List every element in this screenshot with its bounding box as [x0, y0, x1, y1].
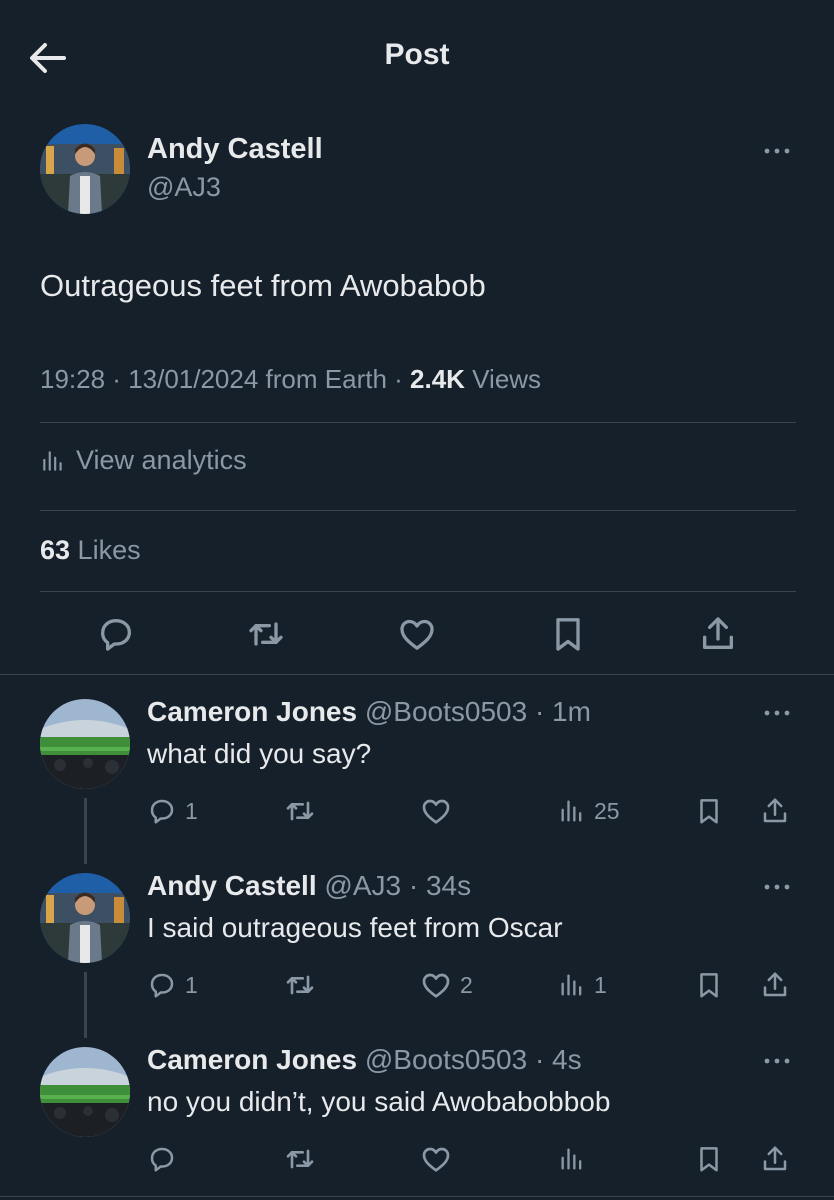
view-count: 25: [594, 797, 620, 824]
views-button[interactable]: 25: [558, 794, 620, 828]
like-icon: [420, 1143, 452, 1175]
more-icon[interactable]: [762, 1055, 792, 1067]
divider: [0, 1196, 834, 1197]
share-button[interactable]: [760, 1142, 790, 1176]
reply-author-handle[interactable]: @AJ3: [317, 870, 401, 901]
post-date: 13/01/2024: [128, 364, 259, 394]
views-button[interactable]: 1: [558, 968, 607, 1002]
share-button[interactable]: [760, 794, 790, 828]
like-button[interactable]: [420, 1142, 460, 1176]
retweet-button[interactable]: [284, 1142, 324, 1176]
avatar[interactable]: [40, 699, 130, 789]
view-analytics-label: View analytics: [76, 445, 247, 475]
bookmark-icon: [694, 1144, 724, 1174]
retweet-button[interactable]: [284, 968, 324, 1002]
reply-author-name[interactable]: Cameron Jones: [147, 696, 357, 727]
avatar[interactable]: [40, 873, 130, 963]
like-icon: [420, 969, 452, 1001]
likes-label: Likes: [70, 535, 141, 565]
share-icon: [760, 1144, 790, 1174]
avatar[interactable]: [40, 124, 130, 214]
analytics-icon: [558, 1145, 586, 1173]
divider: [40, 591, 796, 592]
reply-author-name[interactable]: Cameron Jones: [147, 1044, 357, 1075]
analytics-icon: [558, 797, 586, 825]
reply-item[interactable]: Cameron Jones @Boots0503 · 4s no you did…: [0, 1022, 834, 1197]
reply-button[interactable]: [147, 1142, 185, 1176]
reply-button[interactable]: [96, 614, 136, 654]
reply-time: · 1m: [527, 696, 591, 727]
reply-icon: [147, 970, 177, 1000]
views-label: Views: [464, 364, 542, 394]
likes-count: 63: [40, 535, 71, 565]
view-analytics-link[interactable]: View analytics: [40, 445, 247, 476]
share-button[interactable]: [698, 614, 738, 654]
share-icon: [760, 970, 790, 1000]
reply-time: · 34s: [401, 870, 472, 901]
like-icon: [420, 795, 452, 827]
reply-text: what did you say?: [147, 738, 372, 769]
more-icon[interactable]: [762, 707, 792, 719]
reply-text: I said outrageous feet from Oscar: [147, 912, 563, 943]
reply-author-handle[interactable]: @Boots0503: [357, 696, 527, 727]
bookmark-button[interactable]: [694, 1142, 724, 1176]
more-icon[interactable]: [762, 145, 792, 157]
bookmark-icon: [694, 796, 724, 826]
reply-count: 1: [185, 971, 198, 998]
retweet-icon: [284, 969, 316, 1001]
retweet-icon: [284, 795, 316, 827]
post-text: Outrageous feet from Awobabob: [40, 268, 486, 303]
bookmark-icon: [694, 970, 724, 1000]
reply-item[interactable]: Cameron Jones @Boots0503 · 1m what did y…: [0, 674, 834, 864]
retweet-button[interactable]: [284, 794, 324, 828]
more-icon[interactable]: [762, 881, 792, 893]
reply-author-name[interactable]: Andy Castell: [147, 870, 317, 901]
author-name[interactable]: Andy Castell: [147, 133, 323, 166]
reply-count: 1: [185, 797, 198, 824]
reply-text: no you didn’t, you said Awobabobbob: [147, 1086, 611, 1117]
reply-time: · 4s: [527, 1044, 582, 1075]
post-meta: 19:28 · 13/01/2024 from Earth · 2.4K Vie…: [40, 364, 542, 394]
retweet-button[interactable]: [246, 614, 286, 654]
post-source: from Earth: [258, 364, 387, 394]
reply-button[interactable]: 1: [147, 794, 198, 828]
divider: [40, 422, 796, 423]
like-button[interactable]: 2: [420, 968, 473, 1002]
share-button[interactable]: [760, 968, 790, 1002]
retweet-icon: [284, 1143, 316, 1175]
analytics-icon: [558, 971, 586, 999]
like-button[interactable]: [397, 614, 437, 654]
bookmark-button[interactable]: [694, 968, 724, 1002]
view-count: 1: [594, 971, 607, 998]
views-count: 2.4K: [410, 364, 465, 394]
page-title: Post: [384, 38, 450, 71]
analytics-icon: [40, 448, 66, 474]
views-button[interactable]: [558, 1142, 594, 1176]
bookmark-button[interactable]: [694, 794, 724, 828]
reply-icon: [147, 796, 177, 826]
avatar[interactable]: [40, 1047, 130, 1137]
reply-author-handle[interactable]: @Boots0503: [357, 1044, 527, 1075]
divider: [40, 510, 796, 511]
like-count: 2: [460, 971, 473, 998]
author-handle[interactable]: @AJ3: [147, 172, 221, 203]
likes-summary[interactable]: 63 Likes: [40, 535, 141, 566]
top-bar: Post: [0, 0, 834, 115]
share-icon: [760, 796, 790, 826]
bookmark-button[interactable]: [548, 614, 588, 654]
post-time: 19:28: [40, 364, 106, 394]
reply-icon: [147, 1144, 177, 1174]
reply-item[interactable]: Andy Castell @AJ3 · 34s I said outrageou…: [0, 848, 834, 1038]
reply-button[interactable]: 1: [147, 968, 198, 1002]
like-button[interactable]: [420, 794, 460, 828]
